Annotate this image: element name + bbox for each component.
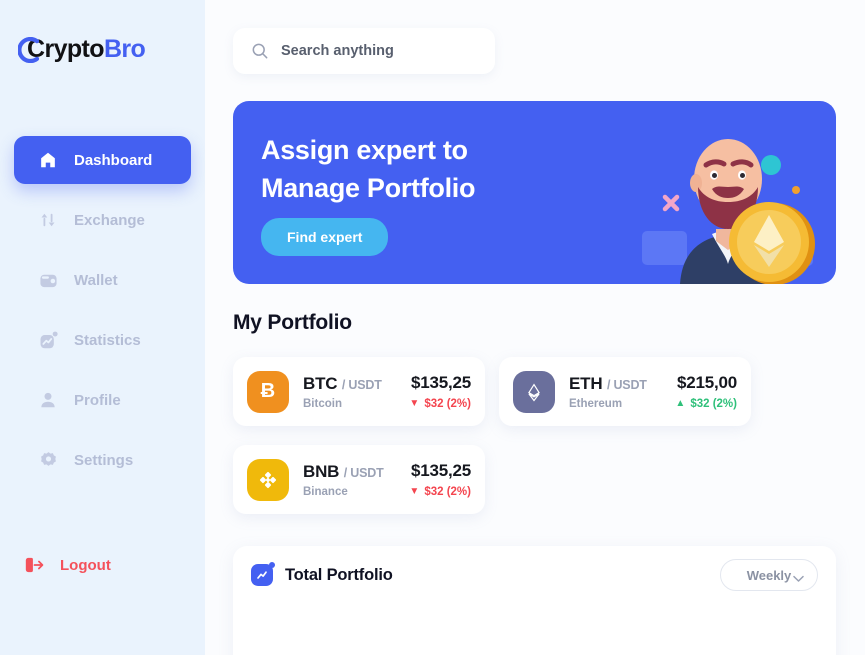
find-expert-button[interactable]: Find expert [261, 218, 389, 256]
time-range-select[interactable]: Weekly [720, 559, 818, 591]
logo-arc-icon [18, 34, 40, 64]
chart-icon [38, 330, 58, 350]
coin-values: $135,25 ▼ $32 (2%) [409, 373, 471, 410]
search-input[interactable] [281, 43, 481, 59]
logout-label: Logout [60, 556, 111, 574]
coin-change-text: $32 (2%) [690, 398, 737, 410]
coin-identity: ETH / USDT Ethereum [569, 374, 675, 410]
sidebar-item-label: Statistics [74, 331, 141, 349]
total-portfolio-title: Total Portfolio [285, 565, 393, 584]
page-section-title: My Portfolio [233, 311, 352, 334]
coin-symbol-text: BNB [303, 461, 340, 481]
coin-full-name: Bitcoin [303, 397, 342, 410]
sidebar-item-settings[interactable]: Settings [14, 436, 191, 484]
trend-up-icon: ▲ [675, 398, 686, 409]
exchange-arrows-icon [38, 210, 58, 230]
banner-illustration [628, 101, 836, 284]
coin-symbol: ETH / USDT [569, 374, 675, 394]
coin-symbol-text: BTC [303, 373, 338, 393]
line-chart-icon [251, 562, 275, 586]
coin-pair: / USDT [606, 377, 647, 392]
sidebar-item-label: Dashboard [74, 151, 153, 169]
coin-price: $135,25 [410, 373, 471, 392]
total-portfolio-header: Total Portfolio Weekly [233, 546, 836, 604]
sidebar-item-label: Settings [74, 451, 134, 469]
sidebar-item-label: Wallet [74, 271, 118, 289]
coin-icon-glyph: Ƀ [260, 380, 276, 402]
coin-change: ▼ $32 (2%) [409, 398, 471, 410]
coin-change: ▼ $32 (2%) [409, 486, 471, 498]
trend-down-icon: ▼ [409, 398, 420, 409]
search-icon [251, 42, 269, 60]
coin-change: ▲ $32 (2%) [675, 398, 737, 410]
chevron-down-icon [793, 571, 804, 586]
coin-change-text: $32 (2%) [424, 398, 471, 410]
main-content: Assign expert to Manage Portfolio Find e… [205, 0, 865, 655]
sidebar-item-profile[interactable]: Profile [14, 376, 191, 424]
app-logo: CryptoBro [18, 32, 146, 66]
search-bar[interactable] [233, 28, 495, 74]
user-icon [38, 390, 58, 410]
ethereum-diamond-glyph [528, 382, 540, 401]
logo-text-accent: Bro [103, 34, 146, 63]
bitcoin-icon: Ƀ [247, 370, 289, 413]
coin-symbol: BTC / USDT [303, 374, 409, 394]
gear-icon [38, 450, 58, 470]
coin-values: $135,25 ▼ $32 (2%) [409, 461, 471, 498]
logout-button[interactable]: Logout [24, 555, 111, 575]
coin-pair: / USDT [343, 465, 384, 480]
coin-full-name: Ethereum [569, 397, 623, 410]
portfolio-card-bnb[interactable]: BNB / USDT Binance $135,25 ▼ $32 (2%) [233, 445, 485, 514]
sidebar-item-label: Profile [74, 391, 121, 409]
time-range-value: Weekly [746, 567, 792, 583]
wallet-icon [38, 270, 58, 290]
logout-icon [24, 555, 46, 575]
portfolio-card-btc[interactable]: Ƀ BTC / USDT Bitcoin $135,25 ▼ $32 (2%) [233, 357, 485, 426]
sidebar-item-exchange[interactable]: Exchange [14, 196, 191, 244]
logo-text: CryptoBro [27, 34, 146, 64]
sidebar: CryptoBro Dashboard Exchange Wallet Stat… [0, 0, 205, 655]
sidebar-item-label: Exchange [74, 211, 145, 229]
coin-pair: / USDT [341, 377, 382, 392]
total-portfolio-panel: Total Portfolio Weekly [233, 546, 836, 655]
coin-identity: BNB / USDT Binance [303, 462, 409, 498]
promo-banner: Assign expert to Manage Portfolio Find e… [233, 101, 836, 284]
coin-values: $215,00 ▲ $32 (2%) [675, 373, 737, 410]
binance-diamond-glyph [259, 471, 277, 488]
chart-icon-dot [269, 562, 275, 568]
coin-identity: BTC / USDT Bitcoin [303, 374, 409, 410]
sidebar-item-dashboard[interactable]: Dashboard [14, 136, 191, 184]
portfolio-card-eth[interactable]: ETH / USDT Ethereum $215,00 ▲ $32 (2%) [499, 357, 751, 426]
coin-full-name: Binance [303, 485, 348, 498]
trend-down-icon: ▼ [409, 486, 420, 497]
sidebar-item-wallet[interactable]: Wallet [14, 256, 191, 304]
ethereum-icon [513, 370, 555, 413]
coin-price: $135,25 [410, 461, 471, 480]
sidebar-item-statistics[interactable]: Statistics [14, 316, 191, 364]
home-icon [38, 150, 58, 170]
banner-title: Assign expert to Manage Portfolio [261, 135, 476, 203]
sidebar-nav: Dashboard Exchange Wallet Statistics Pro… [14, 136, 191, 496]
binance-icon [247, 458, 289, 501]
coin-price: $215,00 [676, 373, 737, 392]
app-root: CryptoBro Dashboard Exchange Wallet Stat… [0, 0, 865, 655]
coin-symbol: BNB / USDT [303, 462, 409, 482]
coin-change-text: $32 (2%) [424, 486, 471, 498]
coin-symbol-text: ETH [569, 373, 603, 393]
